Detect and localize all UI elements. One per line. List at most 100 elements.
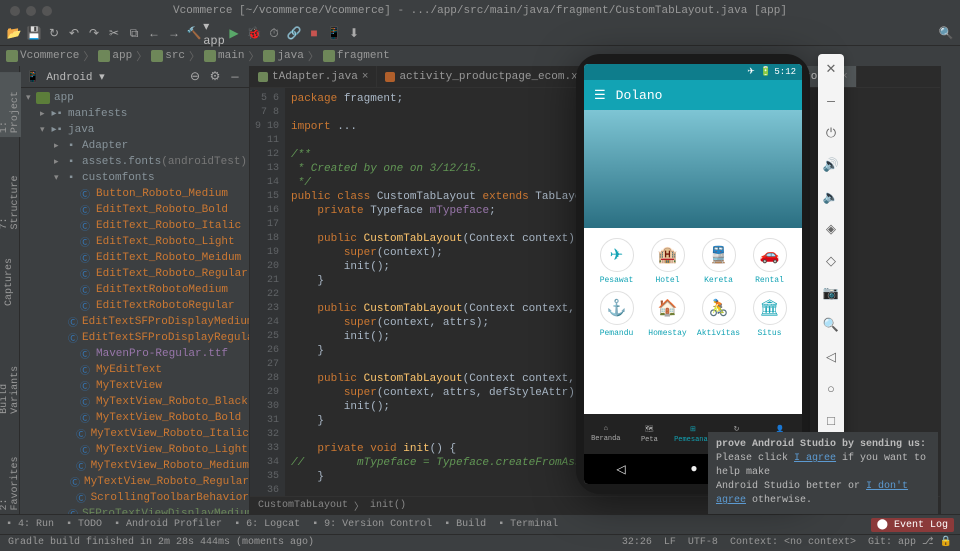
emulator-window[interactable]: ✈ 🔋 5:12 ☰ Dolano ✈Pesawat🏨Hotel🚆Kereta🚗… (576, 54, 810, 494)
nav-beranda[interactable]: ⌂Beranda (584, 414, 628, 454)
category-pesawat[interactable]: ✈Pesawat (594, 238, 639, 285)
gear-icon[interactable]: ⚙ (207, 69, 223, 85)
profile-icon[interactable]: ⏱ (266, 26, 282, 42)
tree-node[interactable]: ⒸMyTextView_Roboto_Regular (20, 474, 249, 490)
bottom-tab[interactable]: ▪ TODO (66, 519, 102, 530)
tree-node[interactable]: ⒸEditTextSFProDisplayMedium (20, 314, 249, 330)
side-tab[interactable]: Build Variants (0, 330, 21, 418)
tree-node[interactable]: ⒸEditText_Roboto_Regular (20, 266, 249, 282)
tree-node[interactable]: ⒸMyTextView_Roboto_Bold (20, 410, 249, 426)
breadcrumb-item[interactable]: fragment (323, 50, 390, 62)
run-icon[interactable]: ▶ (226, 26, 242, 42)
search-icon[interactable]: 🔍 (938, 26, 954, 42)
tree-node[interactable]: ▸▪Adapter (20, 138, 249, 154)
menu-icon[interactable]: ☰ (594, 88, 606, 103)
sdk-icon[interactable]: ⬇ (346, 26, 362, 42)
tree-node[interactable]: ⒸMavenPro-Regular.ttf (20, 346, 249, 362)
tree-node[interactable]: ⒸEditTextRobotoRegular (20, 298, 249, 314)
attach-icon[interactable]: 🔗 (286, 26, 302, 42)
debug-icon[interactable]: 🐞 (246, 26, 262, 42)
tree-node[interactable]: ▸▸▪manifests (20, 106, 249, 122)
breadcrumb-item[interactable]: Vcommerce (6, 50, 79, 62)
tree-node[interactable]: ⒸEditText_Roboto_Italic (20, 218, 249, 234)
bottom-tab[interactable]: ▪ Android Profiler (114, 519, 222, 530)
emu-tool-icon[interactable]: □ (822, 412, 840, 430)
emu-tool-icon[interactable]: 🔊 (822, 156, 840, 174)
tree-node[interactable]: ⒸEditTextSFProDisplayRegular (20, 330, 249, 346)
close-icon[interactable]: × (362, 71, 369, 83)
bottom-tab[interactable]: ▪ 6: Logcat (234, 519, 300, 530)
emu-tool-icon[interactable]: ○ (822, 380, 840, 398)
emu-tool-icon[interactable]: ◁ (822, 348, 840, 366)
editor-tab[interactable]: tAdapter.java × (250, 66, 377, 87)
agree-link[interactable]: I agree (794, 453, 836, 464)
tree-node[interactable]: ⒸEditText_Roboto_Light (20, 234, 249, 250)
emu-tool-icon[interactable]: — (822, 92, 840, 110)
event-log-button[interactable]: ⬤ Event Log (871, 518, 954, 532)
cut-icon[interactable]: ✂ (106, 26, 122, 42)
tree-node[interactable]: ⒸEditTextRobotoMedium (20, 282, 249, 298)
nav-peta[interactable]: 🗺Peta (628, 414, 672, 454)
window-controls[interactable] (10, 6, 52, 16)
emu-tool-icon[interactable]: ◈ (822, 220, 840, 238)
build-icon[interactable]: 🔨 (186, 26, 202, 42)
tree-node[interactable]: ⒸMyTextView_Roboto_Italic (20, 426, 249, 442)
bottom-tab[interactable]: ▪ 9: Version Control (312, 519, 432, 530)
breadcrumb-item[interactable]: app (98, 50, 132, 62)
emu-tool-icon[interactable]: 📷 (822, 284, 840, 302)
bottom-tab[interactable]: ▪ 4: Run (6, 519, 54, 530)
tree-node[interactable]: ⒸSFProTextViewDisplayMedium (20, 506, 249, 514)
hide-icon[interactable]: — (227, 69, 243, 85)
bottom-tab[interactable]: ▪ Terminal (498, 519, 558, 530)
side-tab[interactable]: Captures (4, 254, 15, 310)
open-icon[interactable]: 📂 (6, 26, 22, 42)
tree-node[interactable]: ⒸMyTextView_Roboto_Medium (20, 458, 249, 474)
config-dropdown[interactable]: ▾ app (206, 26, 222, 42)
category-kereta[interactable]: 🚆Kereta (696, 238, 741, 285)
emu-tool-icon[interactable]: ⏻ (822, 124, 840, 142)
tree-node[interactable]: ⒸEditText_Roboto_Meidum (20, 250, 249, 266)
category-rental[interactable]: 🚗Rental (747, 238, 792, 285)
tree-node[interactable]: ⒸMyTextView_Roboto_Black (20, 394, 249, 410)
tree-node[interactable]: ▾▸▪java (20, 122, 249, 138)
fwd-icon[interactable]: → (166, 26, 182, 42)
avd-icon[interactable]: 📱 (326, 26, 342, 42)
category-hotel[interactable]: 🏨Hotel (645, 238, 690, 285)
breadcrumb-item[interactable]: src (151, 50, 185, 62)
emu-tool-icon[interactable]: 🔈 (822, 188, 840, 206)
window-title: Vcommerce [~/vcommerce/Vcommerce] - .../… (0, 0, 960, 22)
category-situs[interactable]: 🏛Situs (747, 291, 792, 338)
tree-node[interactable]: ▾app (20, 90, 249, 106)
copy-icon[interactable]: ⧉ (126, 26, 142, 42)
tree-node[interactable]: ⒸMyEditText (20, 362, 249, 378)
category-pemandu[interactable]: ⚓Pemandu (594, 291, 639, 338)
emu-tool-icon[interactable]: 🔍 (822, 316, 840, 334)
back-icon[interactable]: ← (146, 26, 162, 42)
phone-status-bar: ✈ 🔋 5:12 (584, 64, 802, 80)
breadcrumb-item[interactable]: main (204, 50, 244, 62)
emu-tool-icon[interactable]: ✕ (822, 60, 840, 78)
undo-icon[interactable]: ↶ (66, 26, 82, 42)
tree-node[interactable]: ⒸEditText_Roboto_Bold (20, 202, 249, 218)
side-tab[interactable]: 2: Favorites (0, 438, 21, 515)
project-view-selector[interactable]: 📱 Android ▾ (26, 70, 105, 84)
category-homestay[interactable]: 🏠Homestay (645, 291, 690, 338)
category-aktivitas[interactable]: 🚴Aktivitas (696, 291, 741, 338)
emu-tool-icon[interactable]: ◇ (822, 252, 840, 270)
save-icon[interactable]: 💾 (26, 26, 42, 42)
sync-icon[interactable]: ↻ (46, 26, 62, 42)
tree-node[interactable]: ⒸButton_Roboto_Medium (20, 186, 249, 202)
side-tab[interactable]: 1: Project (0, 72, 21, 137)
side-tab[interactable]: 7: Structure (0, 157, 21, 234)
collapse-icon[interactable]: ⊖ (187, 69, 203, 85)
redo-icon[interactable]: ↷ (86, 26, 102, 42)
bottom-tab[interactable]: ▪ Build (444, 519, 486, 530)
stop-icon[interactable]: ■ (306, 26, 322, 42)
project-tree[interactable]: ▾app▸▸▪manifests▾▸▪java▸▪Adapter▸▪assets… (20, 88, 249, 514)
breadcrumb-item[interactable]: java (263, 50, 303, 62)
tree-node[interactable]: ▸▪assets.fonts (androidTest) (20, 154, 249, 170)
tree-node[interactable]: ⒸScrollingToolbarBehavior (20, 490, 249, 506)
tree-node[interactable]: ⒸMyTextView_Roboto_Light (20, 442, 249, 458)
tree-node[interactable]: ⒸMyTextView (20, 378, 249, 394)
tree-node[interactable]: ▾▪customfonts (20, 170, 249, 186)
